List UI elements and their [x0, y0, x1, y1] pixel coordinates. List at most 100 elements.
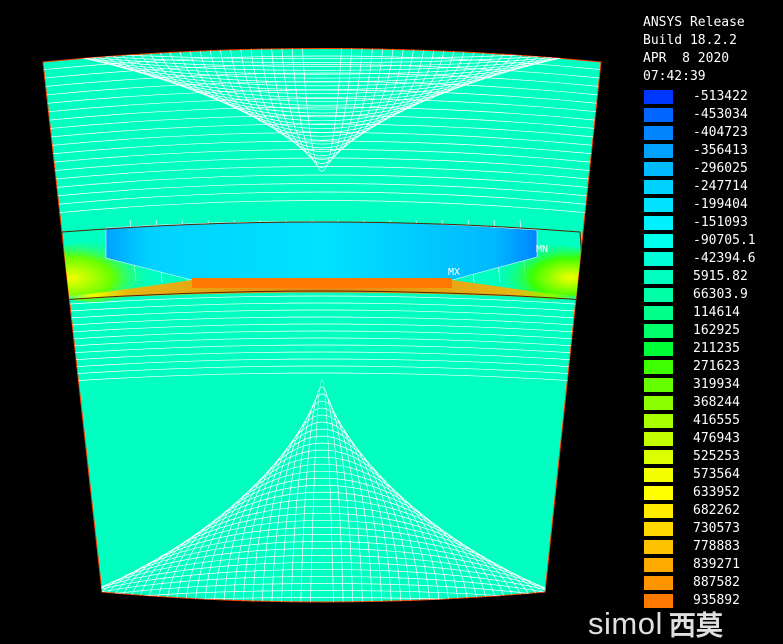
legend-entry: -151093: [643, 214, 783, 232]
legend-value: 887582: [693, 575, 740, 590]
legend-swatch: [644, 144, 673, 158]
legend-value: -90705.1: [693, 233, 756, 248]
legend-swatch: [644, 90, 673, 104]
legend-swatch: [644, 324, 673, 338]
legend-swatch: [644, 198, 673, 212]
release-title: ANSYS Release: [643, 15, 745, 30]
watermark-logo: simol 西莫: [588, 604, 723, 643]
legend-swatch: [644, 234, 673, 248]
legend-swatch: [644, 252, 673, 266]
legend-swatch: [644, 486, 673, 500]
legend-entry: 162925: [643, 322, 783, 340]
max-strip: [192, 278, 452, 288]
legend-entry: 271623: [643, 358, 783, 376]
legend-value: -404723: [693, 125, 748, 140]
legend-value: -296025: [693, 161, 748, 176]
legend-value: 211235: [693, 341, 740, 356]
stator-sector: [42, 48, 602, 603]
legend-swatch: [644, 162, 673, 176]
legend-value: 778883: [693, 539, 740, 554]
legend-value: -151093: [693, 215, 748, 230]
contour-plot-viewport: MN MX: [42, 48, 602, 603]
legend-swatch: [644, 396, 673, 410]
legend-entry: 114614: [643, 304, 783, 322]
legend-entry: 416555: [643, 412, 783, 430]
legend-entry: -247714: [643, 178, 783, 196]
legend-value: 573564: [693, 467, 740, 482]
legend-value: -247714: [693, 179, 748, 194]
release-info: ANSYS Release Build 18.2.2 APR 8 2020 07…: [643, 14, 783, 86]
legend-value: 271623: [693, 359, 740, 374]
legend-swatch: [644, 342, 673, 356]
build-number: Build 18.2.2: [643, 33, 737, 48]
legend-swatch: [644, 558, 673, 572]
legend-swatch: [644, 126, 673, 140]
legend-swatch: [644, 414, 673, 428]
legend-entry: 573564: [643, 466, 783, 484]
legend-entry: -404723: [643, 124, 783, 142]
legend-swatch: [644, 306, 673, 320]
legend-value: 319934: [693, 377, 740, 392]
legend-entry: 368244: [643, 394, 783, 412]
legend-swatch: [644, 540, 673, 554]
legend-entry: -513422: [643, 88, 783, 106]
legend-value: -356413: [693, 143, 748, 158]
legend-entry: 5915.82: [643, 268, 783, 286]
legend-value: 114614: [693, 305, 740, 320]
legend-value: 368244: [693, 395, 740, 410]
legend-entry: -90705.1: [643, 232, 783, 250]
legend-swatch: [644, 576, 673, 590]
max-marker-label: MX: [448, 267, 460, 278]
legend-value: 5915.82: [693, 269, 748, 284]
legend-value: -453034: [693, 107, 748, 122]
legend-entry: 682262: [643, 502, 783, 520]
legend-swatch: [644, 432, 673, 446]
legend-entry: -296025: [643, 160, 783, 178]
legend-value: 682262: [693, 503, 740, 518]
legend-value: 162925: [693, 323, 740, 338]
legend-value: -199404: [693, 197, 748, 212]
legend-swatch: [644, 270, 673, 284]
legend-entry: 633952: [643, 484, 783, 502]
contour-legend: -513422 -453034 -404723 -356413 -296025 -2477…: [643, 88, 783, 610]
legend-swatch: [644, 378, 673, 392]
legend-swatch: [644, 522, 673, 536]
legend-entry: 887582: [643, 574, 783, 592]
model-shape: MN MX: [42, 48, 602, 603]
legend-value: 730573: [693, 521, 740, 536]
legend-value: 476943: [693, 431, 740, 446]
right-band-edge: [579, 231, 586, 301]
date: APR 8 2020: [643, 51, 730, 66]
watermark-latin: simol: [588, 605, 663, 641]
legend-value: -513422: [693, 89, 748, 104]
legend-value: 525253: [693, 449, 740, 464]
legend-entry: 66303.9: [643, 286, 783, 304]
legend-entry: 730573: [643, 520, 783, 538]
legend-swatch: [644, 108, 673, 122]
watermark-cjk: 西莫: [668, 611, 723, 642]
legend-swatch: [644, 468, 673, 482]
legend-value: 416555: [693, 413, 740, 428]
legend-swatch: [644, 450, 673, 464]
legend-entry: 778883: [643, 538, 783, 556]
legend-entry: -453034: [643, 106, 783, 124]
legend-swatch: [644, 360, 673, 374]
ansys-graphics-window: MN MX ANSYS Release Build 18.2.2 APR 8 2…: [0, 0, 783, 644]
legend-swatch: [644, 504, 673, 518]
magnet-region: [105, 221, 538, 281]
legend-value: 633952: [693, 485, 740, 500]
legend-swatch: [644, 288, 673, 302]
legend-entry: 525253: [643, 448, 783, 466]
legend-entry: 839271: [643, 556, 783, 574]
min-marker-label: MN: [536, 244, 548, 255]
legend-swatch: [644, 216, 673, 230]
legend-entry: 319934: [643, 376, 783, 394]
legend-entry: 211235: [643, 340, 783, 358]
legend-value: 839271: [693, 557, 740, 572]
legend-swatch: [644, 180, 673, 194]
legend-entry: -356413: [643, 142, 783, 160]
legend-value: 66303.9: [693, 287, 748, 302]
left-band-edge: [59, 231, 63, 301]
legend-entry: -199404: [643, 196, 783, 214]
time: 07:42:39: [643, 69, 706, 84]
